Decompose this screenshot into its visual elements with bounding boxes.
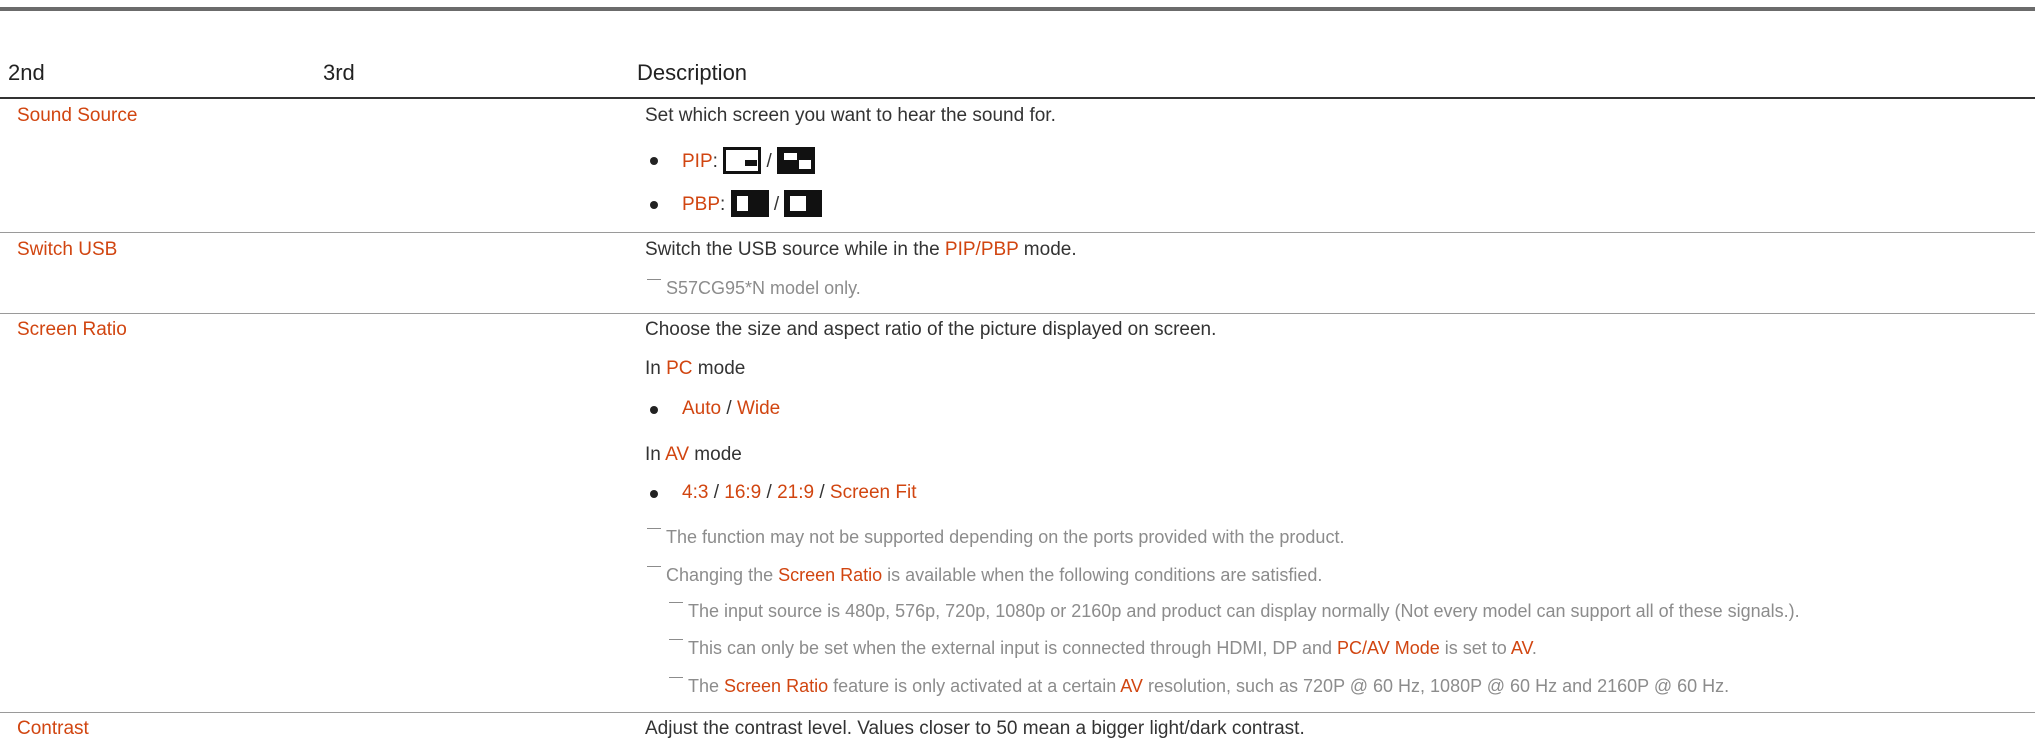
row-divider bbox=[0, 712, 2035, 713]
screen-ratio-subnote-3: The Screen Ratio feature is only activat… bbox=[669, 676, 1729, 697]
pip-large-window-icon[interactable] bbox=[777, 147, 816, 174]
pc-mode-heading: In PC mode bbox=[645, 358, 746, 379]
pbp-left-window-icon[interactable] bbox=[730, 190, 769, 217]
switch-usb-description: Switch the USB source while in the PIP/P… bbox=[645, 239, 1077, 260]
pbp-right-window-icon[interactable] bbox=[784, 190, 823, 217]
header-3rd: 3rd bbox=[323, 60, 355, 85]
screen-ratio-note-2: Changing the Screen Ratio is available w… bbox=[647, 565, 1322, 586]
option-auto[interactable]: Auto bbox=[682, 398, 721, 419]
option-16-9[interactable]: 16:9 bbox=[724, 482, 761, 503]
switch-usb-note: S57CG95*N model only. bbox=[647, 278, 861, 299]
pip-option-row: PIP: / bbox=[682, 147, 816, 174]
row-divider bbox=[0, 313, 2035, 314]
bullet bbox=[650, 157, 658, 165]
screen-ratio-subnote-1: The input source is 480p, 576p, 720p, 10… bbox=[669, 601, 1800, 622]
header-2nd: 2nd bbox=[8, 60, 45, 85]
header-description: Description bbox=[637, 60, 748, 85]
menu-item-contrast[interactable]: Contrast bbox=[17, 718, 89, 740]
sound-source-description: Set which screen you want to hear the so… bbox=[645, 105, 1056, 126]
bullet bbox=[650, 201, 658, 209]
menu-item-switch-usb[interactable]: Switch USB bbox=[17, 239, 117, 261]
menu-item-screen-ratio[interactable]: Screen Ratio bbox=[17, 319, 127, 341]
screen-ratio-subnote-2: This can only be set when the external i… bbox=[669, 638, 1537, 659]
pbp-option[interactable]: PBP bbox=[682, 194, 720, 215]
bullet bbox=[650, 490, 658, 498]
bullet bbox=[650, 406, 658, 414]
option-screen-fit[interactable]: Screen Fit bbox=[830, 482, 917, 503]
option-wide[interactable]: Wide bbox=[737, 398, 780, 419]
top-rule bbox=[0, 7, 2035, 11]
row-divider bbox=[0, 232, 2035, 233]
screen-ratio-description: Choose the size and aspect ratio of the … bbox=[645, 319, 1217, 340]
av-mode-heading: In AV mode bbox=[645, 444, 742, 465]
screen-ratio-note-1: The function may not be supported depend… bbox=[647, 527, 1344, 548]
menu-item-sound-source[interactable]: Sound Source bbox=[17, 105, 137, 127]
contrast-description: Adjust the contrast level. Values closer… bbox=[645, 718, 1305, 739]
option-4-3[interactable]: 4:3 bbox=[682, 482, 708, 503]
option-21-9[interactable]: 21:9 bbox=[777, 482, 814, 503]
pbp-option-row: PBP: / bbox=[682, 190, 823, 217]
pip-small-window-icon[interactable] bbox=[723, 147, 762, 174]
pc-options-row: Auto / Wide bbox=[682, 398, 781, 419]
av-options-row: 4:3 / 16:9 / 21:9 / Screen Fit bbox=[682, 482, 917, 503]
header-divider bbox=[0, 97, 2035, 99]
pip-option[interactable]: PIP bbox=[682, 151, 713, 172]
